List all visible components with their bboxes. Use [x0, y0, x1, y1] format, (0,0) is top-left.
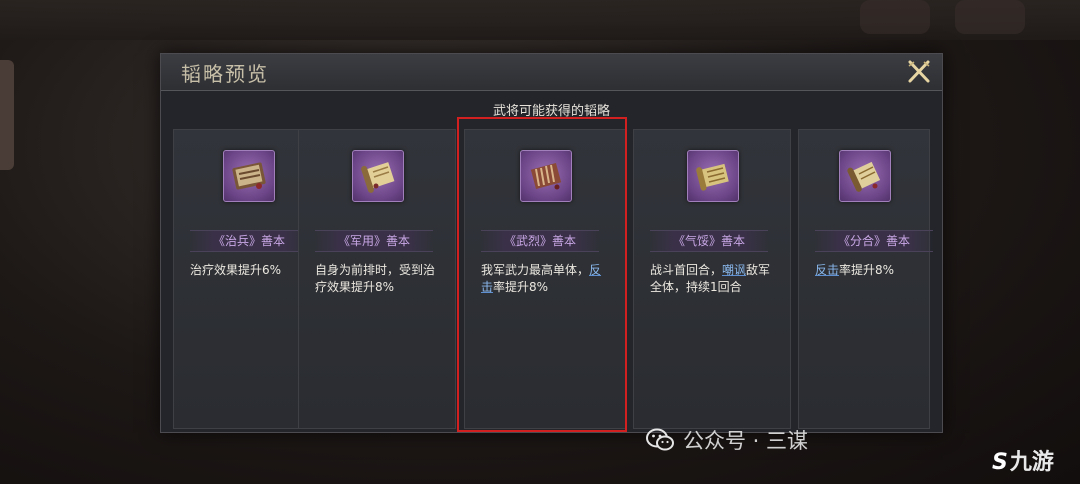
card-name: 《军用》善本 [315, 230, 433, 252]
background-button [860, 0, 930, 34]
background-button [955, 0, 1025, 34]
dialog-title: 韬略预览 [181, 62, 269, 86]
strategy-card[interactable]: 《气馁》善本 战斗首回合，嘲讽敌军全体，持续1回合 [633, 129, 791, 429]
card-name: 《气馁》善本 [650, 230, 768, 252]
side-tab-handle [0, 60, 14, 170]
keyword-link[interactable]: 嘲讽 [722, 263, 746, 277]
strategy-scroll-icon [352, 150, 404, 202]
strategy-preview-dialog: 韬略预览 武将可能获得的韬略 《治兵》善本 治疗效果提升6% 《军用》善本 自身… [160, 53, 943, 433]
description-text: 治疗效果提升6% [190, 263, 282, 277]
wechat-icon [646, 428, 674, 451]
site-logo: S九游 [992, 444, 1054, 476]
card-description: 战斗首回合，嘲讽敌军全体，持续1回合 [650, 262, 775, 296]
strategy-card-list[interactable]: 《治兵》善本 治疗效果提升6% 《军用》善本 自身为前排时，受到治疗效果提升8% [161, 129, 942, 429]
strategy-card[interactable]: 《分合》善本 反击率提升8% [798, 129, 933, 429]
description-text: 战斗首回合， [650, 263, 723, 277]
strategy-scroll-icon [839, 150, 891, 202]
close-button[interactable] [905, 58, 933, 86]
logo-text: 九游 [1009, 450, 1054, 475]
card-description: 自身为前排时，受到治疗效果提升8% [315, 262, 440, 296]
keyword-link[interactable]: 反击 [815, 263, 839, 277]
dialog-header: 韬略预览 [161, 54, 942, 91]
card-description: 治疗效果提升6% [190, 262, 315, 279]
close-icon [908, 60, 930, 83]
description-text: 率提升8% [839, 263, 895, 277]
description-text: 自身为前排时，受到治疗效果提升8% [315, 263, 436, 294]
watermark: 公众号 · 三谋 [645, 425, 808, 455]
description-text: 率提升8% [493, 280, 549, 294]
strategy-card[interactable]: 《武烈》善本 我军武力最高单体，反击率提升8% [464, 129, 626, 429]
section-title: 武将可能获得的韬略 [492, 104, 610, 119]
card-description: 我军武力最高单体，反击率提升8% [481, 262, 606, 296]
strategy-bamboo-icon [520, 150, 572, 202]
card-description: 反击率提升8% [815, 262, 940, 279]
strategy-scroll-icon [687, 150, 739, 202]
strategy-book-icon [223, 150, 275, 202]
strategy-card[interactable]: 《军用》善本 自身为前排时，受到治疗效果提升8% [298, 129, 456, 429]
card-name: 《治兵》善本 [190, 230, 308, 252]
watermark-text: 公众号 · 三谋 [683, 429, 809, 453]
card-name: 《分合》善本 [815, 230, 933, 252]
logo-mark: S [992, 450, 1008, 475]
card-name: 《武烈》善本 [481, 230, 599, 252]
description-text: 我军武力最高单体， [481, 263, 590, 277]
